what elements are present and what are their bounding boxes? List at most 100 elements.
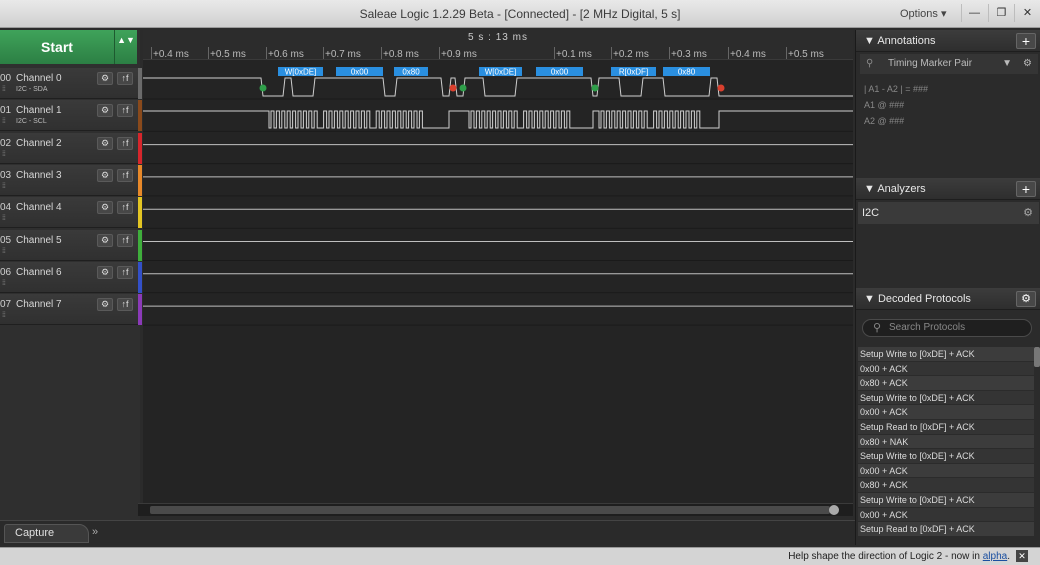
drag-handle-icon[interactable]: ⁞⁞⁞ [2, 280, 6, 287]
decode-bubble-label: 0x80 [402, 68, 420, 77]
decoded-list-item[interactable]: Setup Write to [0xDE] + ACK [858, 347, 1034, 362]
channel-settings-icon[interactable]: ⚙ [97, 168, 113, 182]
drag-handle-icon[interactable]: ⁞⁞⁞ [2, 183, 6, 190]
search-protocols-input[interactable]: ⚲ Search Protocols [862, 319, 1032, 337]
status-bar: Help shape the direction of Logic 2 - no… [0, 547, 1040, 565]
restore-button[interactable]: ❐ [988, 4, 1014, 22]
trigger-icon[interactable]: ↑f [117, 265, 133, 279]
channel-name[interactable]: Channel 0 [16, 73, 62, 84]
scroll-thumb[interactable] [150, 506, 830, 514]
i2c-start-marker [459, 84, 467, 92]
decoded-list-item[interactable]: 0x00 + ACK [858, 361, 1034, 377]
channel-row-6[interactable]: 06 Channel 6 ⁞⁞⁞ ⚙ ↑f [0, 261, 142, 293]
minimize-button[interactable]: — [961, 4, 987, 22]
trigger-icon[interactable]: ↑f [117, 233, 133, 247]
start-button[interactable]: Start [0, 30, 115, 64]
expand-tabs-icon[interactable]: » [92, 526, 98, 538]
waveform-area[interactable]: 5 s : 13 ms +0.4 ms +0.5 ms +0.6 ms +0.7 ms… [143, 30, 853, 503]
channel-settings-icon[interactable]: ⚙ [97, 201, 113, 215]
timing-marker-dropdown[interactable]: ⚲ Timing Marker Pair ▼ ⚙ [860, 54, 1038, 74]
channel-analyzer-label: I2C - SDA [16, 86, 48, 93]
channel-row-5[interactable]: 05 Channel 5 ⁞⁞⁞ ⚙ ↑f [0, 229, 142, 261]
channel-settings-icon[interactable]: ⚙ [97, 233, 113, 247]
decoded-list-item[interactable]: 0x00 + ACK [858, 463, 1034, 479]
drag-handle-icon[interactable]: ⁞⁞⁞ [2, 215, 6, 222]
collapse-triangle-icon[interactable]: ▼ [864, 183, 877, 195]
trigger-icon[interactable]: ↑f [117, 298, 133, 312]
channel-name[interactable]: Channel 1 [16, 105, 62, 116]
channel-settings-icon[interactable]: ⚙ [97, 265, 113, 279]
collapse-triangle-icon[interactable]: ▼ [864, 35, 877, 47]
drag-handle-icon[interactable]: ⁞⁞⁞ [2, 151, 6, 158]
gear-icon[interactable]: ⚙ [1023, 54, 1032, 74]
decode-bubble-label: W[0xDE] [485, 68, 517, 77]
drag-handle-icon[interactable]: ⁞⁞⁞ [2, 118, 6, 125]
channel-number: 03 [0, 169, 12, 181]
collapse-triangle-icon[interactable]: ▼ [864, 293, 878, 305]
decode-bubble-label: 0x00 [351, 68, 369, 77]
analyzers-header: ▼ Analyzers + [856, 178, 1040, 200]
decoded-list-item[interactable]: 0x00 + ACK [858, 405, 1034, 420]
drag-handle-icon[interactable]: ⁞⁞⁞ [2, 86, 6, 93]
channel-row-2[interactable]: 02 Channel 2 ⁞⁞⁞ ⚙ ↑f [0, 132, 142, 164]
decoded-list-item[interactable]: Setup Write to [0xDE] + ACK [858, 449, 1034, 464]
decoded-protocol-list[interactable]: Setup Write to [0xDE] + ACK 0x00 + ACK 0x8… [858, 347, 1034, 543]
trigger-icon[interactable]: ↑f [117, 104, 133, 118]
decode-bubble-label: R[0xDF] [619, 68, 648, 77]
channel-number: 02 [0, 137, 12, 149]
decode-bubble-label: 0x80 [678, 68, 696, 77]
decode-bubble-label: W[0xDE] [285, 68, 317, 77]
trigger-icon[interactable]: ↑f [117, 72, 133, 85]
channel-name[interactable]: Channel 7 [16, 299, 62, 310]
decoded-list-item[interactable]: 0x80 + NAK [858, 434, 1034, 450]
scroll-knob[interactable] [829, 505, 839, 515]
analyzer-label: I2C [862, 207, 880, 219]
channel-color-swatch [138, 100, 142, 132]
gear-icon[interactable]: ⚙ [1023, 202, 1033, 224]
channel-row-7[interactable]: 07 Channel 7 ⁞⁞⁞ ⚙ ↑f [0, 294, 142, 326]
trigger-icon[interactable]: ↑f [117, 168, 133, 182]
decoded-list-item[interactable]: 0x00 + ACK [858, 507, 1034, 523]
channel-number: 06 [0, 266, 12, 278]
alpha-link[interactable]: alpha [983, 551, 1007, 562]
options-menu[interactable]: Options ▾ [900, 7, 947, 20]
close-button[interactable]: ✕ [1014, 4, 1040, 22]
channel-settings-icon[interactable]: ⚙ [97, 104, 113, 118]
channel-name[interactable]: Channel 2 [16, 138, 62, 149]
decoded-list-item[interactable]: 0x80 + ACK [858, 478, 1034, 493]
decoded-list-item[interactable]: Setup Read to [0xDF] + ACK [858, 419, 1034, 435]
channel-settings-icon[interactable]: ⚙ [97, 72, 113, 85]
channel-settings-icon[interactable]: ⚙ [97, 136, 113, 150]
add-analyzer-button[interactable]: + [1016, 181, 1036, 197]
capture-tab[interactable]: Capture [4, 524, 89, 543]
add-annotation-button[interactable]: + [1016, 33, 1036, 49]
waveform-canvas[interactable]: W[0xDE] 0x00 0x80 W[0xDE] 0x00 R[0xDF] 0x80 [143, 30, 853, 503]
title-bar: Saleae Logic 1.2.29 Beta - [Connected] -… [0, 0, 1040, 28]
trigger-icon[interactable]: ↑f [117, 136, 133, 150]
drag-handle-icon[interactable]: ⁞⁞⁞ [2, 312, 6, 319]
dismiss-promo-button[interactable]: ✕ [1016, 550, 1028, 562]
decoded-list-item[interactable]: Setup Read to [0xDF] + ACK [858, 522, 1034, 537]
channel-number: 07 [0, 299, 12, 311]
channel-row-0[interactable]: 00 Channel 0 I2C - SDA ⁞⁞⁞ ⚙ ↑f [0, 68, 142, 99]
decoded-list-item[interactable]: Setup Write to [0xDE] + ACK [858, 492, 1034, 508]
channel-row-4[interactable]: 04 Channel 4 ⁞⁞⁞ ⚙ ↑f [0, 197, 142, 229]
channel-settings-icon[interactable]: ⚙ [97, 298, 113, 312]
side-panel: ▼ Annotations + ⚲ Timing Marker Pair ▼ ⚙… [855, 30, 1040, 545]
trigger-icon[interactable]: ↑f [117, 201, 133, 215]
start-options-toggle[interactable]: ▲▼ [115, 30, 137, 64]
channel-number: 00 [0, 73, 12, 84]
channel-name[interactable]: Channel 5 [16, 235, 62, 246]
horizontal-scrollbar[interactable] [138, 503, 853, 516]
decoded-list-item[interactable]: 0x80 + ACK [858, 376, 1034, 391]
channel-row-1[interactable]: 01 Channel 1 I2C - SCL ⁞⁞⁞ ⚙ ↑f [0, 100, 142, 132]
channel-name[interactable]: Channel 4 [16, 202, 62, 213]
channel-name[interactable]: Channel 6 [16, 267, 62, 278]
channel-row-3[interactable]: 03 Channel 3 ⁞⁞⁞ ⚙ ↑f [0, 164, 142, 196]
decoded-settings-button[interactable]: ⚙ [1016, 291, 1036, 307]
analyzer-item-i2c[interactable]: I2C ⚙ [858, 202, 1039, 224]
decoded-list-item[interactable]: Setup Write to [0xDE] + ACK [858, 390, 1034, 406]
drag-handle-icon[interactable]: ⁞⁞⁞ [2, 248, 6, 255]
channel-name[interactable]: Channel 3 [16, 170, 62, 181]
protocol-list-scrollbar[interactable] [1034, 347, 1040, 367]
